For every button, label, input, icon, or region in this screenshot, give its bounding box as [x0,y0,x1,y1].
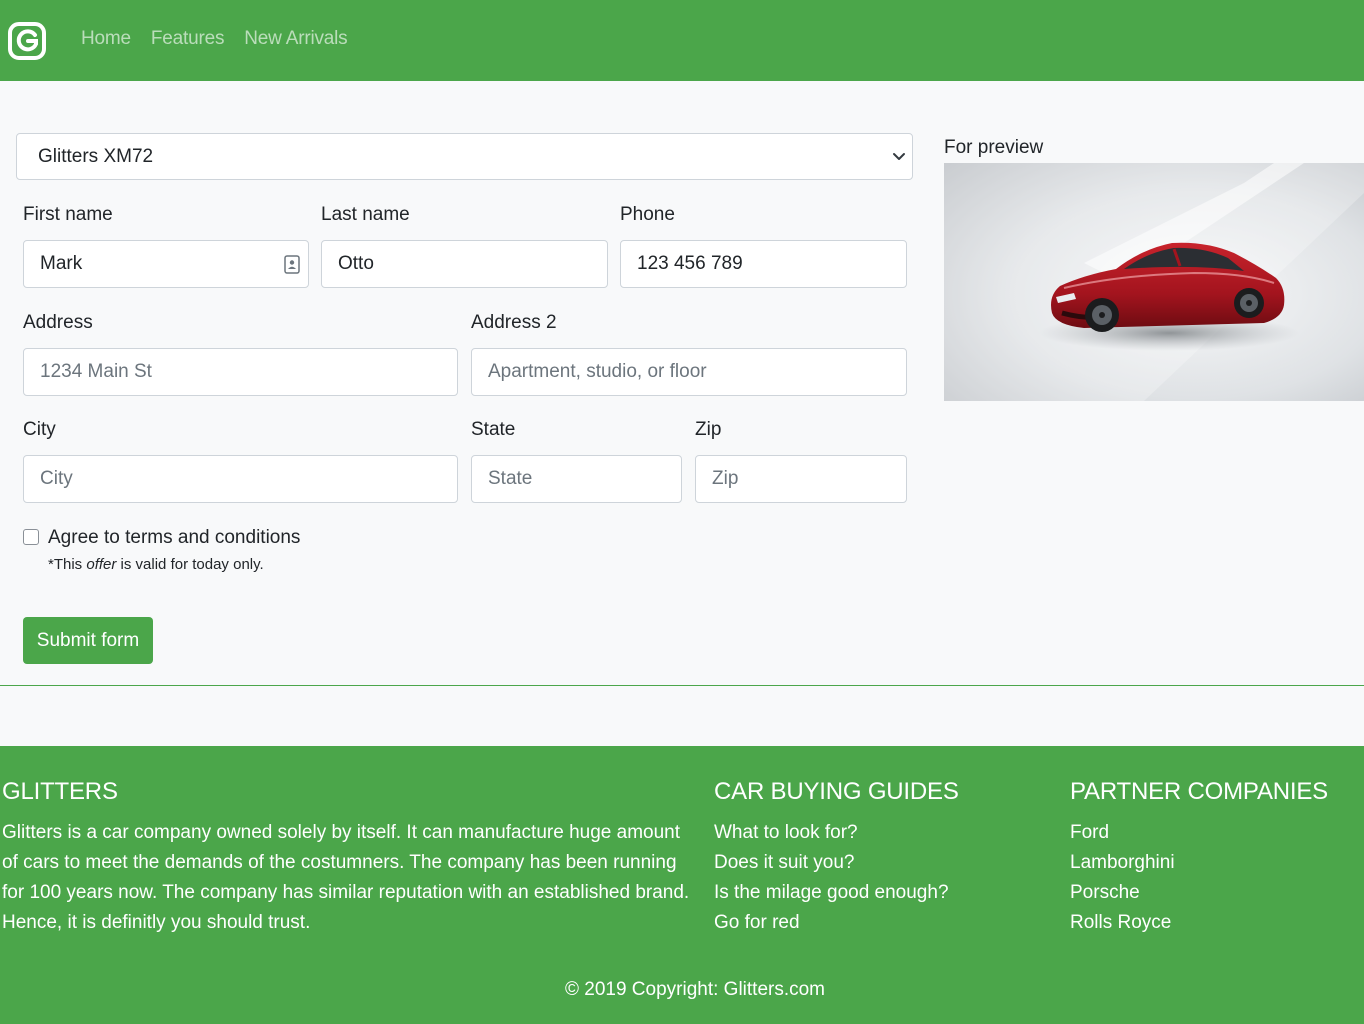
navbar: Home Features New Arrivals [0,0,1364,81]
address-label: Address [23,312,93,333]
footer: GLITTERS Glitters is a car company owned… [0,746,1364,1024]
phone-label: Phone [620,204,675,225]
section-divider [0,685,1364,686]
car-model-select-value: Glitters XM72 [38,145,154,167]
chevron-down-icon [893,153,905,160]
state-field[interactable]: State [471,455,682,503]
submit-form-button[interactable]: Submit form [23,617,153,664]
footer-guide-link[interactable]: Does it suit you? [714,848,949,878]
footer-about-title: GLITTERS [2,778,118,805]
nav-home-link[interactable]: Home [81,28,131,50]
address-field[interactable]: 1234 Main St [23,348,458,396]
footer-partners-title: PARTNER COMPANIES [1070,778,1328,805]
address-placeholder: 1234 Main St [40,361,152,382]
last-name-field[interactable]: Otto [321,240,608,288]
first-name-label: First name [23,204,113,225]
first-name-value: Mark [40,253,83,274]
footer-guide-link[interactable]: Go for red [714,908,949,938]
offer-note-emphasis: offer [86,556,117,573]
address2-placeholder: Apartment, studio, or floor [488,361,707,382]
address2-label: Address 2 [471,312,557,333]
offer-note-after: is valid for today only. [120,556,264,573]
city-placeholder: City [40,468,73,489]
last-name-label: Last name [321,204,410,225]
footer-about-text: Glitters is a car company owned solely b… [2,822,690,933]
car-preview-image [944,163,1364,401]
nav-new-arrivals-link[interactable]: New Arrivals [244,28,347,50]
city-field[interactable]: City [23,455,458,503]
footer-guides-list: What to look for? Does it suit you? Is t… [714,818,949,938]
preview-label: For preview [944,137,1044,158]
copyright-text: © 2019 Copyright: Glitters.com [564,979,826,1000]
footer-partner-link[interactable]: Rolls Royce [1070,908,1175,938]
zip-label: Zip [695,419,722,440]
phone-field[interactable]: 123 456 789 [620,240,907,288]
zip-placeholder: Zip [712,468,739,489]
footer-guide-link[interactable]: Is the milage good enough? [714,878,949,908]
offer-note-before: *This [48,556,83,573]
zip-field[interactable]: Zip [695,455,907,503]
nav-features-link[interactable]: Features [151,28,225,50]
nav-links: Home Features New Arrivals [81,28,348,50]
footer-partner-link[interactable]: Porsche [1070,878,1175,908]
car-model-select[interactable]: Glitters XM72 [16,133,913,180]
last-name-value: Otto [338,253,374,274]
footer-partner-link[interactable]: Ford [1070,818,1175,848]
terms-label[interactable]: Agree to terms and conditions [48,527,300,549]
footer-partners-list: Ford Lamborghini Porsche Rolls Royce [1070,818,1175,938]
footer-partner-link[interactable]: Lamborghini [1070,848,1175,878]
state-label: State [471,419,516,440]
state-placeholder: State [488,468,533,489]
footer-guides-title: CAR BUYING GUIDES [714,778,959,805]
first-name-field[interactable]: Mark [23,240,309,288]
offer-note: *This offer is valid for today only. [48,556,264,573]
phone-value: 123 456 789 [637,253,743,274]
address2-field[interactable]: Apartment, studio, or floor [471,348,907,396]
contact-card-icon[interactable] [284,255,300,274]
glitters-logo[interactable] [8,22,46,60]
terms-checkbox[interactable] [23,529,39,545]
footer-guide-link[interactable]: What to look for? [714,818,949,848]
city-label: City [23,419,56,440]
